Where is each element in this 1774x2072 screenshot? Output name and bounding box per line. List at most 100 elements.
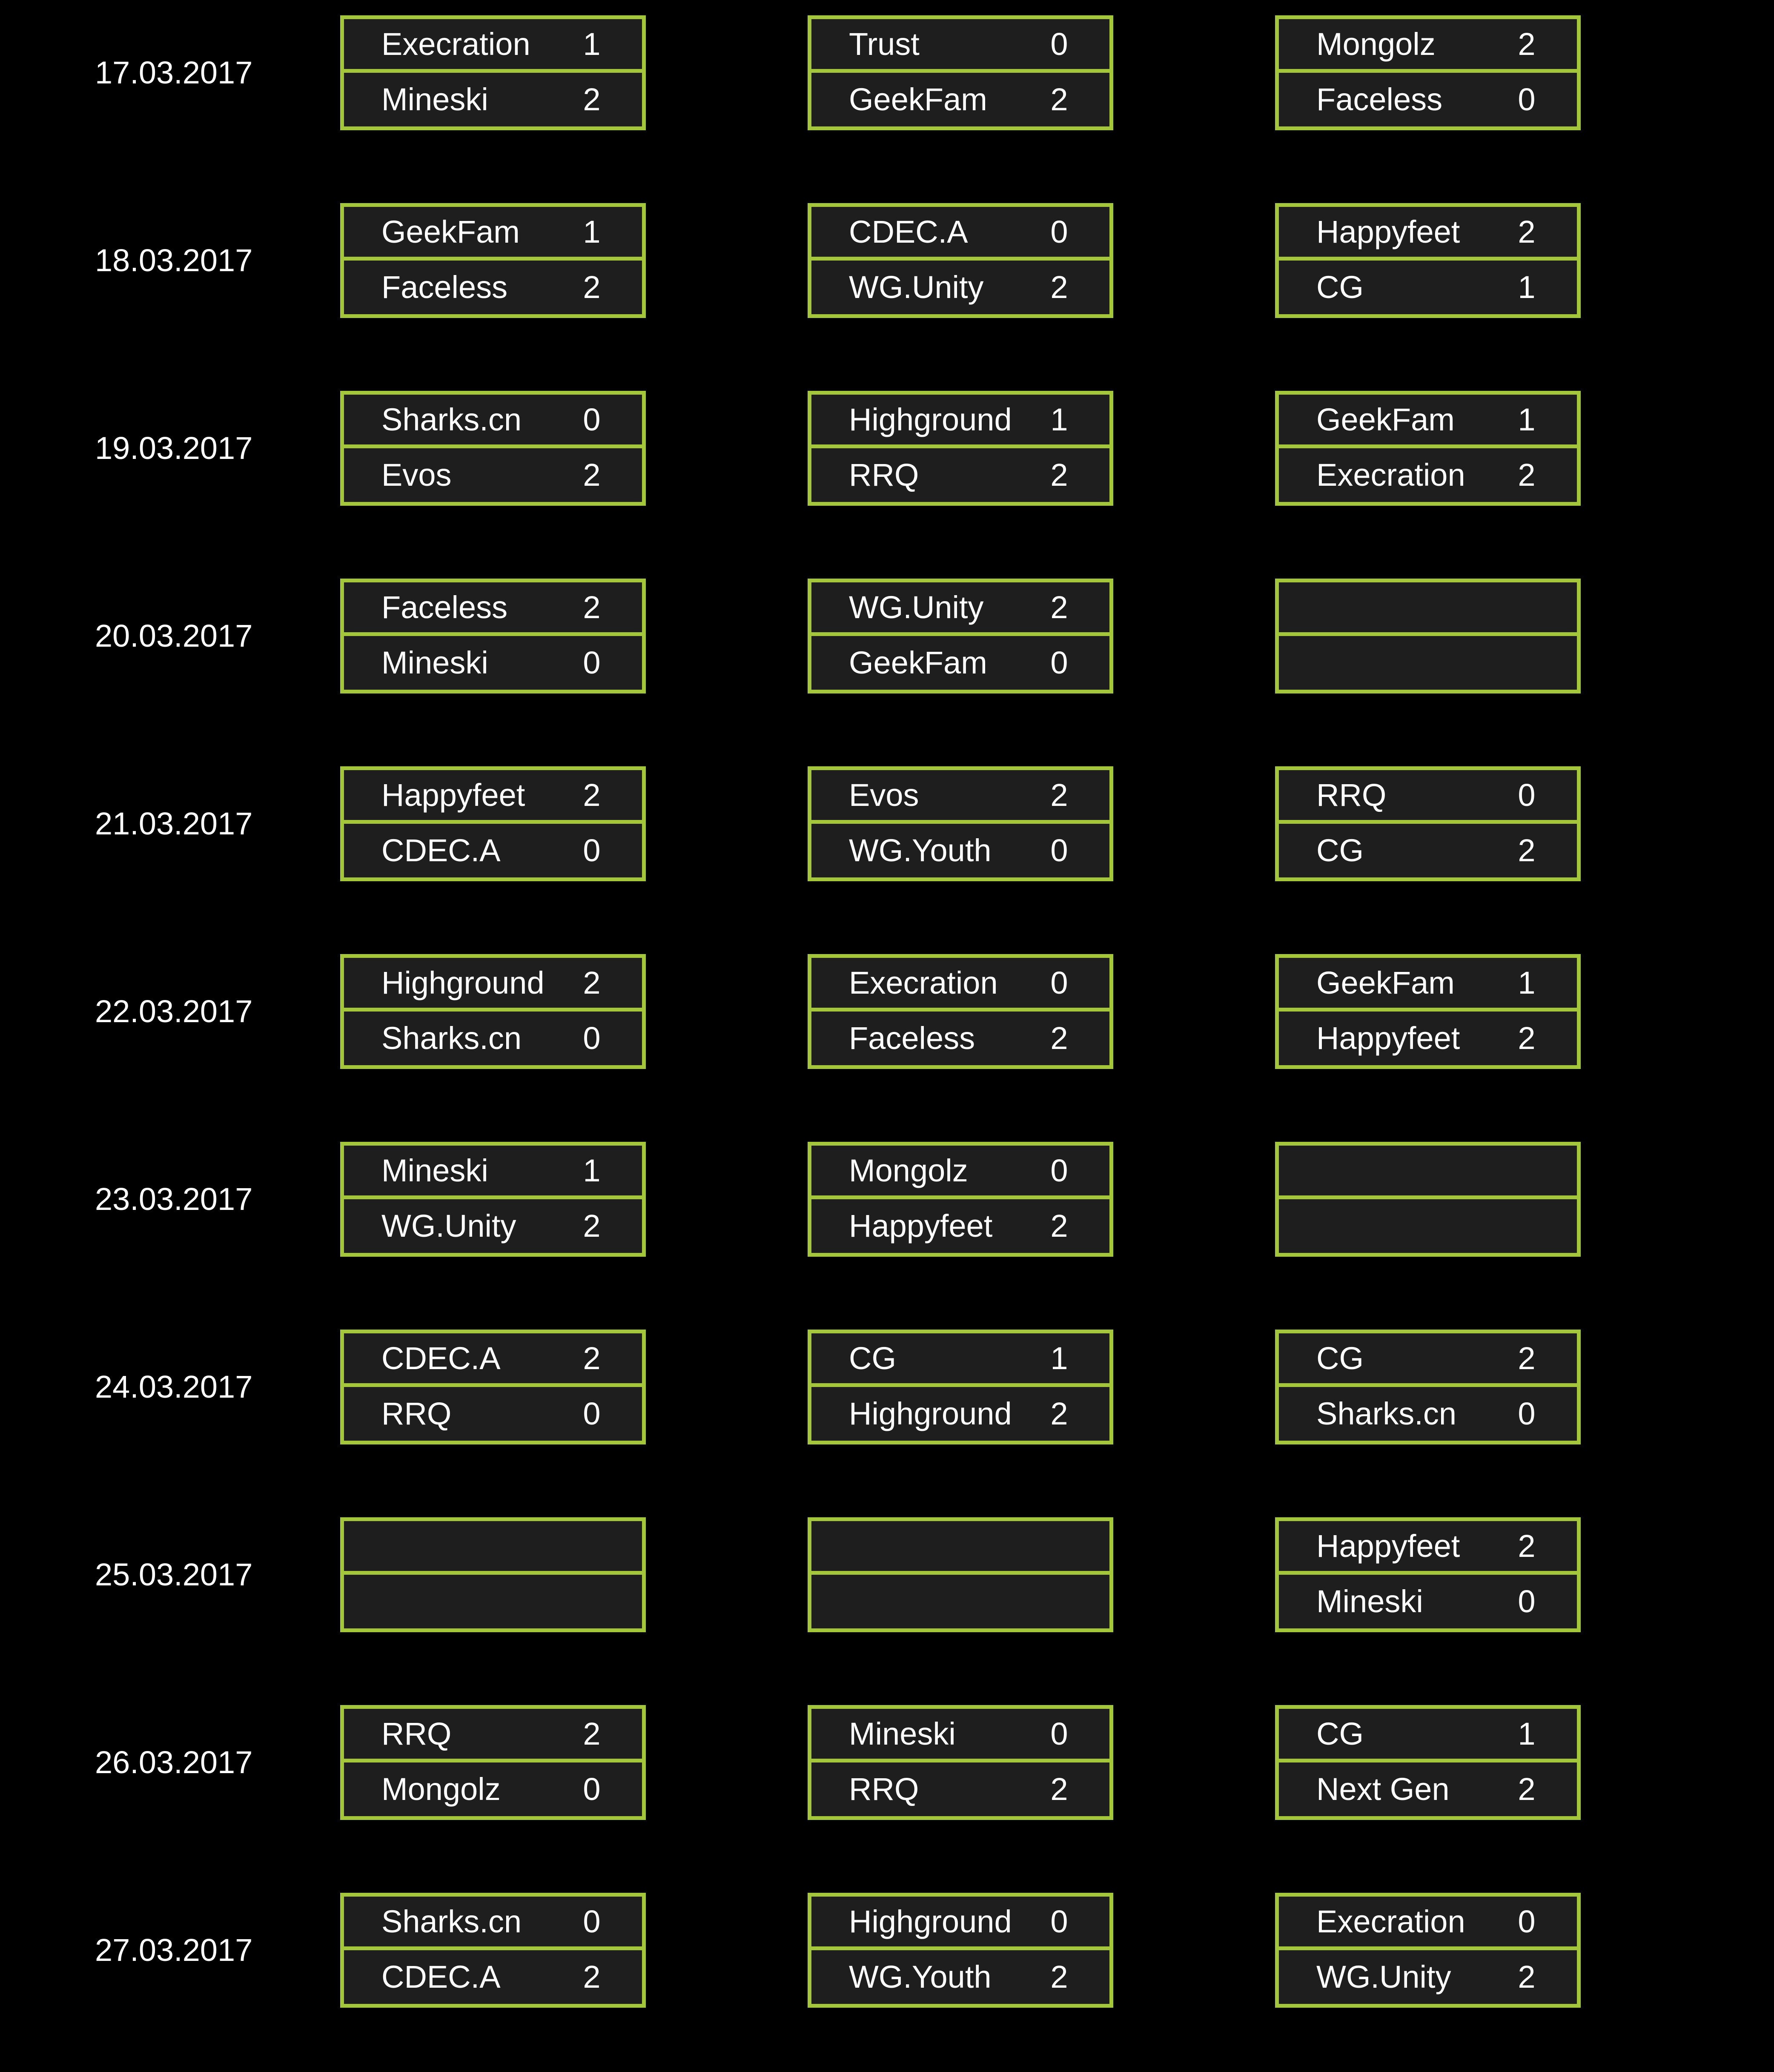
match-day-row: 26.03.2017 RRQ 2 Mongolz 0 Mineski 0 RRQ 2 CG 1 Nex… (0, 1705, 1774, 1820)
match-card (808, 1517, 1113, 1632)
team-row-away: GeekFam 0 (811, 636, 1109, 690)
team-row-home: Sharks.cn 0 (344, 395, 642, 448)
team-name: Happyfeet (1316, 1020, 1460, 1056)
team-score: 0 (1518, 1396, 1536, 1431)
team-score: 2 (1050, 1959, 1068, 1995)
team-row-home: WG.Unity 2 (811, 582, 1109, 636)
match-card: Highground 0 WG.Youth 2 (808, 1893, 1113, 2008)
team-name: WG.Unity (849, 590, 984, 625)
team-row-home: Highground 1 (811, 395, 1109, 448)
team-name: Evos (849, 777, 919, 813)
match-date: 24.03.2017 (95, 1369, 253, 1404)
team-score: 2 (583, 1959, 601, 1995)
team-name: Faceless (381, 269, 508, 305)
match-card: CG 2 Sharks.cn 0 (1275, 1330, 1581, 1444)
match-card: GeekFam 1 Execration 2 (1275, 391, 1581, 506)
team-row-home: GeekFam 1 (1279, 958, 1577, 1012)
match-card: Mongolz 0 Happyfeet 2 (808, 1142, 1113, 1257)
team-name: Mineski (381, 645, 488, 680)
team-name: Mongolz (1316, 26, 1436, 62)
team-row-home (811, 1521, 1109, 1575)
team-row-away: CG 2 (1279, 824, 1577, 877)
team-row-home: CDEC.A 0 (811, 207, 1109, 261)
team-score: 2 (1518, 1959, 1536, 1995)
team-score: 2 (583, 1716, 601, 1751)
team-score: 2 (583, 82, 601, 117)
team-score (1514, 636, 1539, 690)
team-score: 0 (1050, 214, 1068, 249)
team-row-home: Execration 0 (811, 958, 1109, 1012)
team-row-away: CG 1 (1279, 261, 1577, 314)
match-date: 19.03.2017 (95, 430, 253, 466)
team-row-away: Highground 2 (811, 1387, 1109, 1441)
match-date: 18.03.2017 (95, 243, 253, 278)
team-name: CG (1316, 1716, 1364, 1751)
team-row-home: Evos 2 (811, 770, 1109, 824)
match-day-row: 18.03.2017 GeekFam 1 Faceless 2 CDEC.A 0 WG.Uni… (0, 203, 1774, 318)
match-day-row: 19.03.2017 Sharks.cn 0 Evos 2 Highground 1 RRQ 2… (0, 391, 1774, 506)
team-row-away: WG.Unity 2 (1279, 1950, 1577, 2004)
team-name: Faceless (381, 590, 508, 625)
team-row-home: Happyfeet 2 (344, 770, 642, 824)
team-row-away: Faceless 2 (344, 261, 642, 314)
team-score: 2 (1050, 1208, 1068, 1244)
match-day-row: 22.03.2017 Highground 2 Sharks.cn 0 Execratio… (0, 954, 1774, 1069)
match-card: Execration 1 Mineski 2 (340, 15, 646, 130)
team-name: WG.Unity (1316, 1959, 1451, 1995)
team-name: RRQ (381, 1716, 452, 1751)
team-score: 0 (583, 1020, 601, 1056)
match-card: Execration 0 WG.Unity 2 (1275, 1893, 1581, 2008)
match-card: RRQ 2 Mongolz 0 (340, 1705, 646, 1820)
team-row-away: GeekFam 2 (811, 73, 1109, 126)
team-name: CDEC.A (381, 1959, 501, 1995)
team-name: Sharks.cn (381, 1020, 522, 1056)
team-row-home: Faceless 2 (344, 582, 642, 636)
match-date: 27.03.2017 (95, 1932, 253, 1968)
team-name: CG (1316, 1341, 1364, 1376)
team-name: Faceless (1316, 82, 1443, 117)
team-score: 1 (1050, 402, 1068, 437)
match-card: WG.Unity 2 GeekFam 0 (808, 579, 1113, 694)
team-name: CDEC.A (849, 214, 968, 249)
match-card: Trust 0 GeekFam 2 (808, 15, 1113, 130)
team-score: 2 (1518, 457, 1536, 493)
team-row-home: RRQ 0 (1279, 770, 1577, 824)
match-card: Happyfeet 2 Mineski 0 (1275, 1517, 1581, 1632)
team-row-away: Sharks.cn 0 (1279, 1387, 1577, 1441)
team-score: 1 (1050, 1341, 1068, 1376)
team-score: 2 (1050, 1771, 1068, 1807)
team-row-home: Mineski 1 (344, 1146, 642, 1199)
team-name: RRQ (381, 1396, 452, 1431)
team-name: Highground (381, 965, 545, 1000)
team-row-away (1279, 636, 1577, 690)
team-row-home: Happyfeet 2 (1279, 207, 1577, 261)
team-row-home: CG 2 (1279, 1333, 1577, 1387)
match-card: RRQ 0 CG 2 (1275, 766, 1581, 881)
match-card: CDEC.A 0 WG.Unity 2 (808, 203, 1113, 318)
team-row-home: Mongolz 2 (1279, 19, 1577, 73)
team-name: WG.Unity (849, 269, 984, 305)
team-row-away: CDEC.A 0 (344, 824, 642, 877)
team-row-home: CG 1 (1279, 1709, 1577, 1762)
team-name: Mineski (381, 82, 488, 117)
match-date: 25.03.2017 (95, 1557, 253, 1592)
match-card: Evos 2 WG.Youth 0 (808, 766, 1113, 881)
team-row-away: Evos 2 (344, 448, 642, 502)
team-row-home: CDEC.A 2 (344, 1333, 642, 1387)
team-name: Mineski (381, 1153, 488, 1188)
match-card: CG 1 Highground 2 (808, 1330, 1113, 1444)
team-score: 1 (1518, 402, 1536, 437)
match-day-row: 27.03.2017 Sharks.cn 0 CDEC.A 2 Highground 0 WG… (0, 1893, 1774, 2008)
team-name: Highground (849, 402, 1012, 437)
team-score: 0 (1050, 965, 1068, 1000)
team-score: 2 (1050, 1396, 1068, 1431)
team-score: 1 (583, 26, 601, 62)
team-name: Execration (849, 965, 998, 1000)
team-row-away: Faceless 0 (1279, 73, 1577, 126)
team-name: Highground (849, 1396, 1012, 1431)
team-score: 0 (1518, 777, 1536, 813)
match-card (1275, 1142, 1581, 1257)
team-score: 0 (583, 1904, 601, 1939)
match-date: 20.03.2017 (95, 618, 253, 653)
team-score: 0 (1050, 645, 1068, 680)
